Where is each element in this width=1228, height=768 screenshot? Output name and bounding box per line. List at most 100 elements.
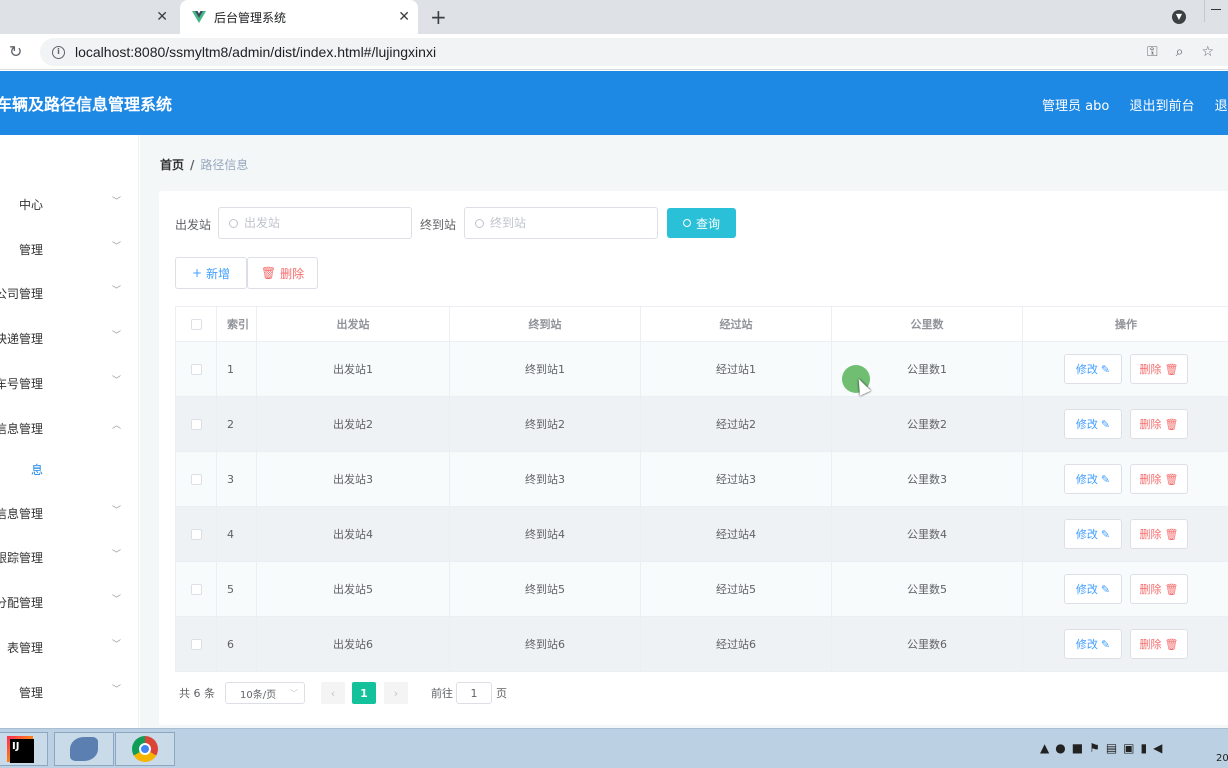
omnibox[interactable]: i localhost:8080/ssmyltm8/admin/dist/ind… xyxy=(40,38,1228,66)
clipboard-icon[interactable]: ▤ xyxy=(1106,741,1117,755)
sidebar-item[interactable]: 管理 ﹀ xyxy=(0,684,138,704)
logout-link[interactable]: 退出 xyxy=(1215,99,1228,114)
close-tab-icon[interactable]: ✕ xyxy=(156,9,168,25)
sidebar-item[interactable]: 车号管理﹀ xyxy=(0,375,138,395)
chevron-down-icon: ﹀ xyxy=(112,286,122,296)
network-icon[interactable]: ▮ xyxy=(1141,741,1148,755)
page-size-select[interactable]: 10条/页 ﹀ xyxy=(225,682,305,704)
add-button[interactable]: + 新增 xyxy=(175,257,247,289)
new-tab-icon[interactable]: + xyxy=(430,7,447,27)
trash-icon: 🗑 xyxy=(1164,637,1179,651)
intellij-icon xyxy=(7,736,34,763)
tray-device-icon[interactable]: ▣ xyxy=(1123,741,1134,755)
url-text[interactable]: localhost:8080/ssmyltm8/admin/dist/index… xyxy=(75,44,436,60)
delete-button[interactable]: 删除 🗑 xyxy=(1130,464,1188,494)
batch-delete-button[interactable]: 🗑 删除 xyxy=(247,257,318,289)
system-tray: ▲ ● ■ ⚑ ▤ ▣ ▮ ◀ xyxy=(1040,741,1162,755)
edit-button[interactable]: 修改 ✎ xyxy=(1064,519,1122,549)
table-row: 6 出发站6 终到站6 经过站6 公里数6 修改 ✎ 删除 🗑 xyxy=(176,617,1228,672)
reload-icon[interactable]: ↻ xyxy=(9,42,22,61)
tab-search-icon[interactable]: ▼ xyxy=(1172,10,1186,24)
delete-button[interactable]: 删除 🗑 xyxy=(1130,519,1188,549)
taskbar-intellij[interactable] xyxy=(0,732,48,766)
key-icon[interactable]: ⚿ xyxy=(1147,44,1158,60)
dolphin-icon xyxy=(70,737,98,761)
pencil-icon: ✎ xyxy=(1100,527,1111,541)
col-header-from: 出发站 xyxy=(257,307,450,342)
edit-button[interactable]: 修改 ✎ xyxy=(1064,574,1122,604)
zoom-icon[interactable]: ⌕ xyxy=(1176,44,1184,60)
sidebar-item-expanded[interactable]: 信息管理︿ xyxy=(0,420,138,440)
trash-icon: 🗑 xyxy=(1164,582,1179,596)
next-page-button[interactable]: › xyxy=(384,682,408,704)
to-station-input-wrap[interactable] xyxy=(464,207,658,239)
edit-button[interactable]: 修改 ✎ xyxy=(1064,464,1122,494)
row-checkbox[interactable] xyxy=(190,363,202,375)
row-checkbox[interactable] xyxy=(190,583,202,595)
tray-flag-icon[interactable]: ⚑ xyxy=(1089,741,1100,755)
exit-to-front-link[interactable]: 退出到前台 xyxy=(1129,99,1194,114)
row-checkbox[interactable] xyxy=(190,473,202,485)
edit-button[interactable]: 修改 ✎ xyxy=(1064,629,1122,659)
browser-tab-active[interactable]: 后台管理系统 ✕ xyxy=(180,0,418,34)
to-station-input[interactable] xyxy=(490,216,640,230)
trash-icon: 🗑 xyxy=(1164,417,1179,431)
taskbar-clock[interactable]: 20 xyxy=(1216,753,1228,764)
col-header-actions: 操作 xyxy=(1023,307,1228,342)
sidebar-item[interactable]: 公司管理﹀ xyxy=(0,285,138,305)
sidebar-item[interactable]: 跟踪管理﹀ xyxy=(0,549,138,569)
browser-tab-strip: ✕ 后台管理系统 ✕ + ▼ xyxy=(0,0,1228,34)
trash-icon: 🗑 xyxy=(260,266,277,280)
chevron-down-icon: ﹀ xyxy=(112,242,122,252)
sidebar-item[interactable]: 各快递管理﹀ xyxy=(0,330,138,350)
edit-button[interactable]: 修改 ✎ xyxy=(1064,354,1122,384)
search-icon xyxy=(682,219,691,227)
tray-app-icon[interactable]: ■ xyxy=(1072,741,1083,755)
trash-icon: 🗑 xyxy=(1164,527,1179,541)
prev-page-button[interactable]: ‹ xyxy=(321,682,345,704)
row-checkbox[interactable] xyxy=(190,528,202,540)
pencil-icon: ✎ xyxy=(1100,472,1111,486)
breadcrumb-home[interactable]: 首页 xyxy=(160,158,184,172)
sidebar-item[interactable]: 管理 ﹀ xyxy=(0,241,138,261)
taskbar-chrome[interactable] xyxy=(115,732,175,766)
row-checkbox[interactable] xyxy=(190,418,202,430)
chevron-right-icon: › xyxy=(393,686,399,700)
volume-icon[interactable]: ◀ xyxy=(1153,741,1162,755)
close-tab-icon[interactable]: ✕ xyxy=(398,9,410,25)
select-all-checkbox[interactable] xyxy=(190,318,202,330)
edit-button[interactable]: 修改 ✎ xyxy=(1064,409,1122,439)
breadcrumb: 首页 / 路径信息 xyxy=(160,156,248,173)
row-checkbox[interactable] xyxy=(190,638,202,650)
page-suffix: 页 xyxy=(496,687,507,700)
sidebar-item[interactable]: 表管理 ﹀ xyxy=(0,639,138,659)
browser-tab-inactive[interactable]: ✕ xyxy=(0,0,178,34)
breadcrumb-current: 路径信息 xyxy=(200,158,249,172)
from-station-input-wrap[interactable] xyxy=(218,207,412,239)
from-station-input[interactable] xyxy=(244,216,394,230)
delete-button[interactable]: 删除 🗑 xyxy=(1130,574,1188,604)
delete-button[interactable]: 删除 🗑 xyxy=(1130,409,1188,439)
route-table: 索引 出发站 终到站 经过站 公里数 操作 1 出发站1 终到站1 经过站1 公… xyxy=(175,306,1228,672)
query-button[interactable]: 查询 xyxy=(667,208,736,238)
vue-logo-icon xyxy=(192,11,206,23)
from-station-label: 出发站 xyxy=(175,218,212,232)
sidebar-item[interactable]: 中心 ﹀ xyxy=(0,196,138,216)
sidebar-item[interactable]: 分配管理﹀ xyxy=(0,594,138,614)
chevron-down-icon: ﹀ xyxy=(112,640,122,650)
goto-page-input[interactable]: 1 xyxy=(456,682,492,704)
table-row: 1 出发站1 终到站1 经过站1 公里数1 修改 ✎ 删除 🗑 xyxy=(176,342,1228,397)
tray-expand-icon[interactable]: ▲ xyxy=(1040,741,1049,755)
delete-button[interactable]: 删除 🗑 xyxy=(1130,354,1188,384)
sidebar-subitem-route-info[interactable]: 息 xyxy=(0,461,138,481)
minimize-window-icon[interactable] xyxy=(1204,0,1228,22)
delete-button[interactable]: 删除 🗑 xyxy=(1130,629,1188,659)
qq-icon[interactable]: ● xyxy=(1055,741,1065,755)
bookmark-star-icon[interactable]: ☆ xyxy=(1201,44,1214,60)
page-number-current[interactable]: 1 xyxy=(352,682,376,704)
main-content: 首页 / 路径信息 出发站 终到站 查询 + 新增 🗑 删除 索引 出发站 终到站 … xyxy=(140,135,1228,728)
goto-label: 前往 xyxy=(431,687,453,700)
taskbar-mysql[interactable] xyxy=(54,732,114,766)
site-info-icon[interactable]: i xyxy=(52,45,65,59)
sidebar-item[interactable]: 信息管理﹀ xyxy=(0,505,138,525)
